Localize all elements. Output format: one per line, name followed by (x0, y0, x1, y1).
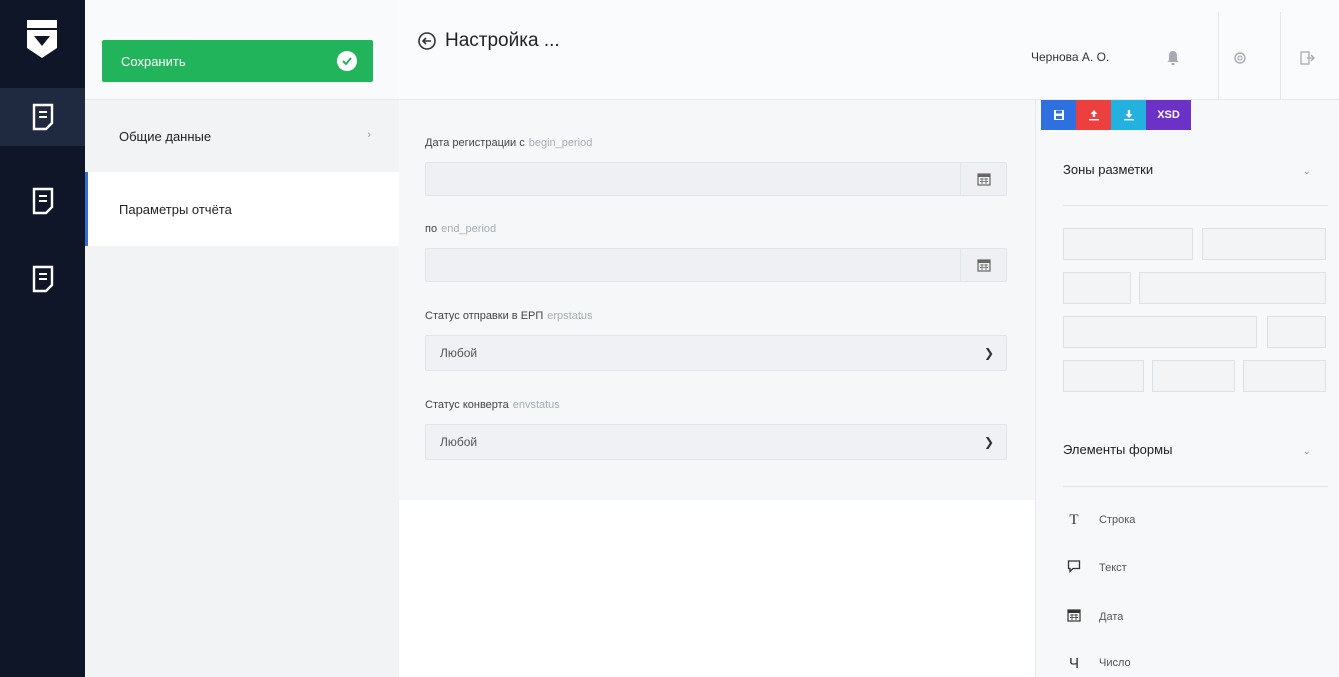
field-begin-period: Дата регистрации с begin_period (416, 134, 1016, 196)
field-label: Статус отправки в ЕРП erpstatus (425, 310, 593, 322)
rail-item-documents[interactable] (0, 172, 85, 230)
zone-block[interactable] (1063, 316, 1257, 348)
chevron-down-icon: ❯ (983, 435, 994, 449)
upload-button[interactable] (1076, 100, 1111, 130)
nav-item-label: Параметры отчёта (119, 201, 232, 217)
chevron-down-icon: ❯ (983, 346, 994, 360)
chevron-down-icon[interactable]: ⌄ (1303, 166, 1311, 177)
form-element-label: Число (1099, 657, 1131, 669)
field-label: по end_period (425, 223, 497, 235)
nav-item-report-params[interactable]: Параметры отчёта (85, 172, 399, 246)
nav-item-general[interactable]: Общие данные › (85, 100, 399, 172)
field-code: envstatus (512, 399, 560, 411)
header-divider (1280, 12, 1281, 100)
download-icon (1123, 110, 1134, 121)
document-icon (32, 103, 53, 131)
zone-block[interactable] (1152, 360, 1235, 392)
main-content: Дата регистрации с begin_period по end_per… (399, 100, 1035, 677)
rail-item-reports[interactable] (0, 88, 85, 146)
nav-item-label: Общие данные (119, 128, 212, 144)
designer-panel: XSD Зоны разметки ⌄ Элементы формы ⌄ T С… (1035, 100, 1339, 677)
notifications-button[interactable] (1155, 40, 1191, 76)
logout-icon (1300, 51, 1315, 65)
document-icon (32, 187, 53, 215)
save-area: Сохранить (85, 0, 399, 100)
select-value: Любой (440, 346, 478, 360)
form-element-label: Текст (1099, 562, 1127, 574)
left-rail (0, 0, 85, 677)
begin-period-input[interactable] (425, 162, 1007, 196)
back-arrow-icon[interactable] (417, 31, 437, 51)
calendar-icon (976, 259, 991, 272)
document-icon (32, 265, 53, 293)
field-erp-status: Статус отправки в ЕРП erpstatus Любой ❯ (416, 307, 1016, 371)
page-title: Настройка ... (417, 30, 560, 52)
header: Настройка ... Чернова А. О. (399, 0, 1339, 100)
elements-title: Элементы формы (1063, 442, 1173, 457)
page-title-text: Настройка ... (445, 30, 560, 51)
rail-item-forms[interactable] (0, 250, 85, 308)
save-button-label: Сохранить (121, 53, 186, 69)
download-button[interactable] (1111, 100, 1146, 130)
xsd-label: XSD (1157, 109, 1180, 121)
logout-button[interactable] (1289, 40, 1325, 76)
user-name[interactable]: Чернова А. О. (1031, 50, 1109, 64)
field-end-period: по end_period (416, 220, 1016, 282)
floppy-icon (1053, 110, 1064, 120)
text-t-icon: T (1069, 511, 1079, 528)
form-element-label: Дата (1099, 611, 1124, 623)
form-element-text[interactable]: Текст (1063, 556, 1127, 580)
settings-button[interactable] (1222, 40, 1258, 76)
check-icon (337, 51, 357, 71)
zone-block[interactable] (1139, 272, 1326, 304)
field-envelope-status: Статус конверта envstatus Любой ❯ (416, 396, 1016, 460)
divider (1063, 205, 1328, 206)
field-label: Статус конверта envstatus (425, 399, 560, 411)
field-label: Дата регистрации с begin_period (425, 137, 593, 149)
zone-block[interactable] (1267, 316, 1326, 348)
erp-status-select[interactable]: Любой ❯ (425, 335, 1007, 371)
header-divider (1218, 12, 1219, 100)
number-icon: Ч (1069, 654, 1079, 672)
logo-icon (27, 20, 57, 58)
zone-block[interactable] (1202, 228, 1326, 260)
bell-icon (1167, 51, 1179, 65)
save-button[interactable]: Сохранить (102, 40, 373, 82)
form-element-label: Строка (1099, 514, 1136, 526)
calendar-button[interactable] (960, 249, 1006, 281)
chevron-right-icon: › (367, 129, 371, 141)
zone-block[interactable] (1063, 272, 1131, 304)
report-params-form: Дата регистрации с begin_period по end_per… (399, 100, 1035, 500)
form-element-date[interactable]: Дата (1063, 605, 1123, 629)
app-root: Сохранить Общие данные › Параметры отчёт… (0, 0, 1339, 677)
form-element-string[interactable]: T Строка (1063, 508, 1135, 532)
calendar-icon (1063, 608, 1085, 626)
zone-block[interactable] (1063, 360, 1144, 392)
chevron-down-icon[interactable]: ⌄ (1303, 446, 1311, 457)
xsd-button[interactable]: XSD (1146, 100, 1191, 130)
designer-toolbar: XSD (1041, 100, 1191, 130)
comment-icon (1063, 559, 1085, 577)
section-nav: Общие данные › Параметры отчёта (85, 100, 399, 246)
select-value: Любой (440, 435, 478, 449)
upload-icon (1088, 110, 1099, 121)
save-layout-button[interactable] (1041, 100, 1076, 130)
zones-title: Зоны разметки (1063, 162, 1154, 177)
envelope-status-select[interactable]: Любой ❯ (425, 424, 1007, 460)
calendar-button[interactable] (960, 163, 1006, 195)
divider (1063, 486, 1328, 487)
end-period-input[interactable] (425, 248, 1007, 282)
zone-block[interactable] (1243, 360, 1326, 392)
zone-block[interactable] (1063, 228, 1193, 260)
form-element-number[interactable]: Ч Число (1063, 651, 1131, 675)
gear-icon (1234, 52, 1246, 64)
field-code: erpstatus (547, 310, 593, 322)
field-code: begin_period (528, 137, 593, 149)
calendar-icon (976, 173, 991, 186)
field-code: end_period (441, 223, 497, 235)
